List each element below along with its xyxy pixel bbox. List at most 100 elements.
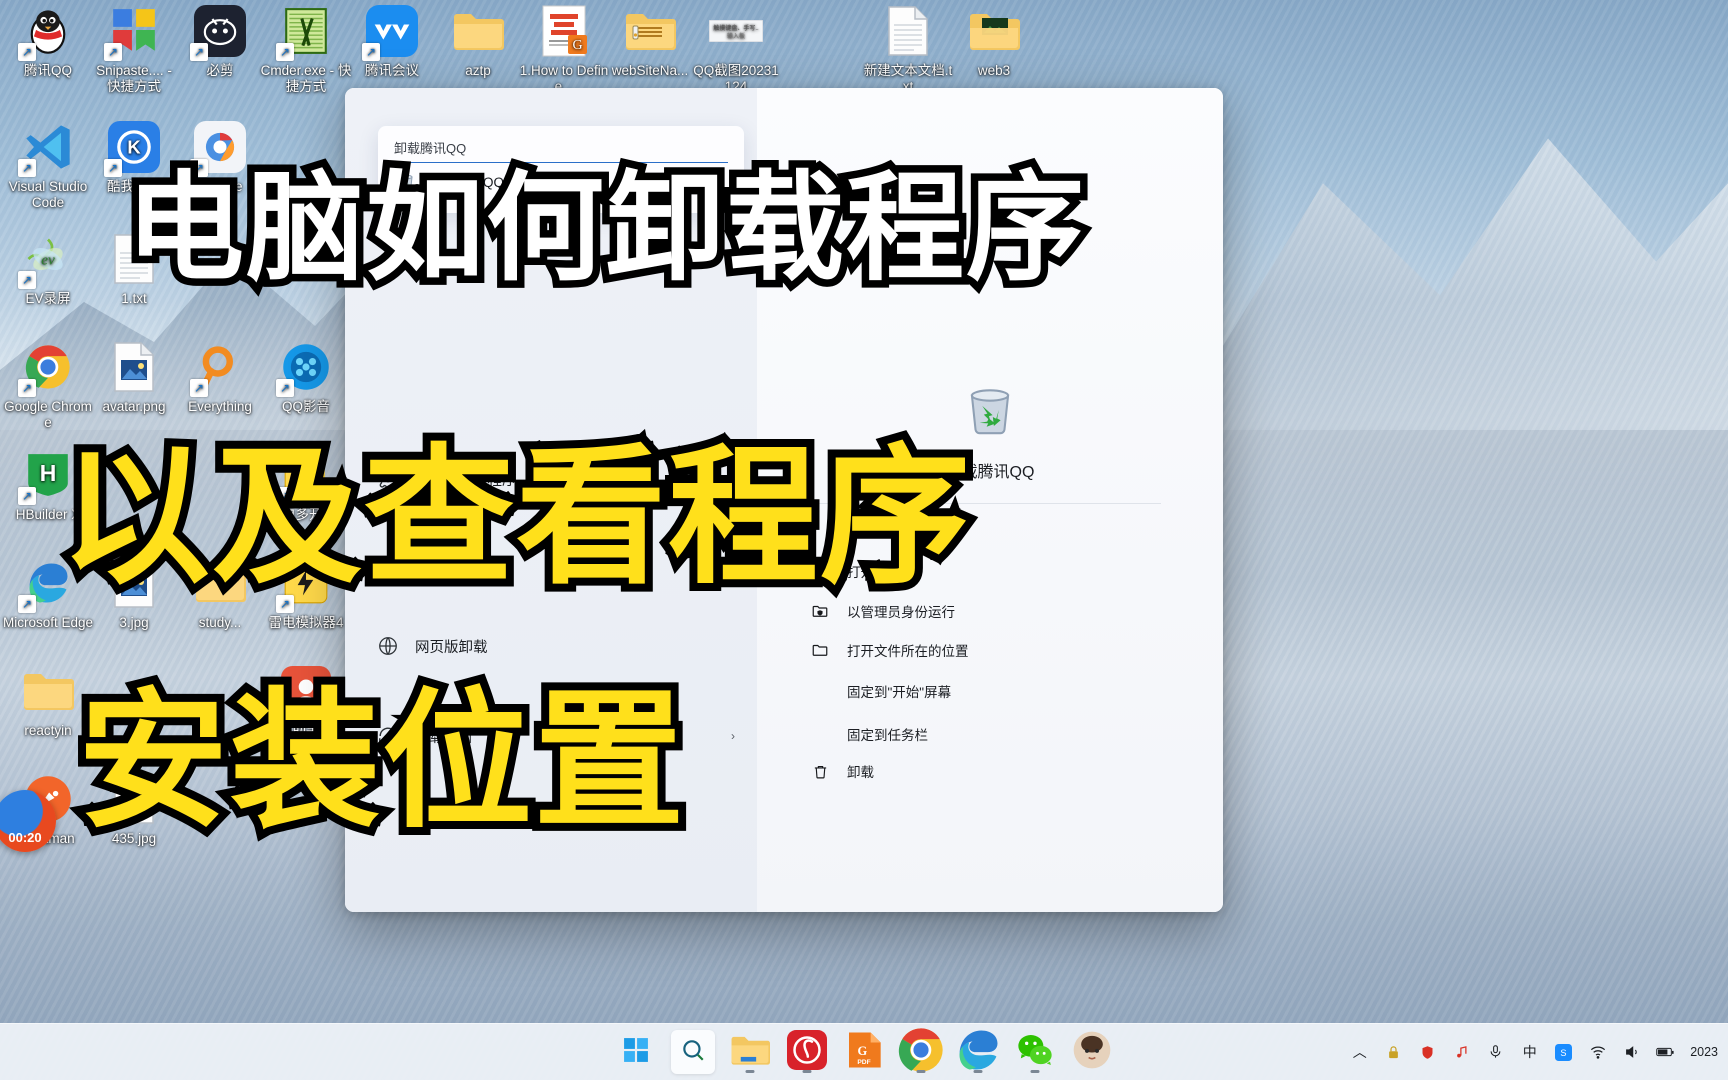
everything-icon: ↗ [190, 340, 247, 397]
desktop-icon-label: 腾讯会议 [365, 63, 419, 78]
svg-text:G: G [572, 38, 582, 53]
vscode-icon: ↗ [18, 120, 75, 177]
desktop-icon-snipaste[interactable]: ↗ Snipaste.... - 快捷方式 [88, 4, 180, 96]
taskbar-button-file-explorer[interactable] [728, 1030, 772, 1074]
qq-player-icon: ↗ [276, 340, 333, 397]
chevron-up-icon[interactable]: ︿ [1350, 1043, 1369, 1062]
caption-line-1: 电脑如何卸载程序 [118, 152, 1091, 305]
taskbar-button-chrome[interactable] [898, 1027, 943, 1074]
taskbar-button-start[interactable] [614, 1030, 658, 1074]
shortcut-arrow-icon: ↗ [362, 43, 380, 61]
shortcut-arrow-icon: ↗ [18, 487, 36, 505]
taskbar-button-avatar-app[interactable] [1070, 1030, 1114, 1074]
pin-icon [809, 680, 831, 702]
desktop-icon-ev-recorder[interactable]: ev ↗ EV录屏 [2, 232, 94, 307]
svg-text:输入板: 输入板 [727, 32, 745, 40]
taskbar-clock[interactable]: 2023 [1690, 1045, 1718, 1059]
action-pin-to-start[interactable]: 固定到"开始"屏幕 [809, 680, 1139, 702]
desktop-icon-vscode[interactable]: ↗ Visual Studio Code [2, 120, 94, 212]
desktop-icon-label: web3 [977, 63, 1011, 78]
shortcut-arrow-icon: ↗ [104, 43, 122, 61]
desktop-icon-tencent-meeting[interactable]: ↗ 腾讯会议 [346, 4, 438, 79]
folder-icon [730, 1033, 770, 1072]
action-open-file-location[interactable]: 打开文件所在的位置 [809, 639, 1139, 661]
folder-icon [451, 4, 505, 58]
shortcut-arrow-icon: ↗ [104, 159, 122, 177]
pdf-icon: G PDF [844, 1030, 884, 1075]
desktop-icon-label: 3.jpg [119, 615, 149, 630]
shortcut-arrow-icon: ↗ [18, 379, 36, 397]
music-note-icon[interactable] [1452, 1043, 1471, 1062]
caption-line-3: 安装位置 [70, 667, 692, 857]
wifi-icon[interactable] [1588, 1043, 1607, 1062]
desktop-icon-label: Visual Studio Code [8, 179, 88, 211]
action-label: 固定到任务栏 [847, 728, 928, 743]
lock-icon[interactable] [1384, 1043, 1403, 1062]
desktop-icon-zip-folder[interactable]: webSiteNa... [604, 4, 696, 79]
desktop-icon-bijian[interactable]: ↗ 必剪 [174, 4, 266, 79]
image-file-icon [107, 340, 161, 394]
taskbar-button-search[interactable] [671, 1030, 715, 1074]
shortcut-arrow-icon: ↗ [18, 159, 36, 177]
desktop-icon-folder-image[interactable]: web3 [948, 4, 1040, 79]
folder-open-icon [809, 639, 831, 661]
folder-image-icon [967, 4, 1021, 58]
wechat-icon [1015, 1030, 1055, 1075]
taskbar-running-indicator [802, 1070, 812, 1073]
trash-icon [809, 760, 831, 782]
desktop-icon-label: 腾讯QQ [23, 63, 72, 78]
action-label: 打开文件所在的位置 [847, 644, 969, 659]
zip-folder-icon [623, 4, 677, 58]
svg-text:G: G [857, 1044, 867, 1058]
search-icon [680, 1037, 706, 1068]
shortcut-arrow-icon: ↗ [276, 379, 294, 397]
shortcut-arrow-icon: ↗ [276, 43, 294, 61]
volume-icon[interactable] [1622, 1043, 1641, 1062]
svg-text:S: S [1561, 1048, 1567, 1058]
caption-line-2: 以及查看程序 [52, 423, 978, 613]
action-label: 卸载 [847, 765, 874, 780]
desktop-icon-label: study... [198, 615, 242, 630]
taskbar-running-indicator [916, 1070, 926, 1073]
action-pin-to-taskbar[interactable]: 固定到任务栏 [809, 723, 1139, 745]
taskbar-running-indicator [1030, 1070, 1040, 1073]
desktop-icon-label: 雷电模拟器4 [268, 615, 344, 630]
shortcut-arrow-icon: ↗ [190, 43, 208, 61]
system-tray[interactable]: ︿ 中 S 2023 [1350, 1024, 1718, 1080]
pdf-book-icon: G [537, 4, 591, 58]
shortcut-arrow-icon: ↗ [18, 271, 36, 289]
ev-recorder-icon: ev ↗ [18, 232, 75, 289]
desktop-icon-label: Microsoft Edge [2, 615, 94, 630]
action-label: 固定到"开始"屏幕 [847, 685, 952, 700]
taskbar-button-netease-music[interactable] [785, 1029, 829, 1074]
desktop-icon-qq-penguin[interactable]: ↗ 腾讯QQ [2, 4, 94, 79]
desktop-icon-text-file[interactable]: 新建文本文档.txt [862, 4, 954, 96]
svg-text:PDF: PDF [857, 1059, 870, 1066]
tencent-meeting-icon: ↗ [362, 4, 419, 61]
svg-text:触摸键盘、手写..: 触摸键盘、手写.. [713, 24, 759, 32]
taskbar-button-edge[interactable] [956, 1030, 1000, 1074]
snipaste-icon: ↗ [104, 4, 161, 61]
desktop-icon-cmder[interactable]: ↗ Cmder.exe - 快捷方式 [260, 4, 352, 96]
taskbar[interactable]: G PDF ︿ 中 S 2023 [0, 1023, 1728, 1080]
microphone-icon[interactable] [1486, 1043, 1505, 1062]
svg-text:ev: ev [41, 251, 55, 268]
chrome-icon: ↗ [18, 340, 75, 397]
desktop-icon-image-thumb[interactable]: 触摸键盘、手写.. 输入板 QQ截图20231124 [690, 4, 782, 96]
shield-alert-icon[interactable] [1418, 1043, 1437, 1062]
action-uninstall[interactable]: 卸载 [809, 760, 1139, 782]
desktop-icon-label: Cmder.exe - 快捷方式 [260, 63, 352, 95]
sogou-icon[interactable]: S [1554, 1043, 1573, 1062]
folder-icon [21, 664, 75, 718]
taskbar-button-pdf-reader[interactable]: G PDF [842, 1030, 886, 1074]
desktop-icon-folder[interactable]: aztp [432, 4, 524, 79]
recorder-timer-label: 00:20 [8, 830, 42, 845]
battery-icon[interactable] [1656, 1043, 1675, 1062]
ime-chinese-icon[interactable]: 中 [1520, 1043, 1539, 1062]
windows-logo-icon [623, 1037, 649, 1068]
image-thumb-icon: 触摸键盘、手写.. 输入板 [709, 4, 763, 58]
desktop-icon-pdf-book[interactable]: G 1.How to Define... [518, 4, 610, 96]
shortcut-arrow-icon: ↗ [18, 43, 36, 61]
taskbar-button-wechat[interactable] [1013, 1030, 1057, 1074]
desktop-icon-label: EV录屏 [25, 291, 71, 306]
